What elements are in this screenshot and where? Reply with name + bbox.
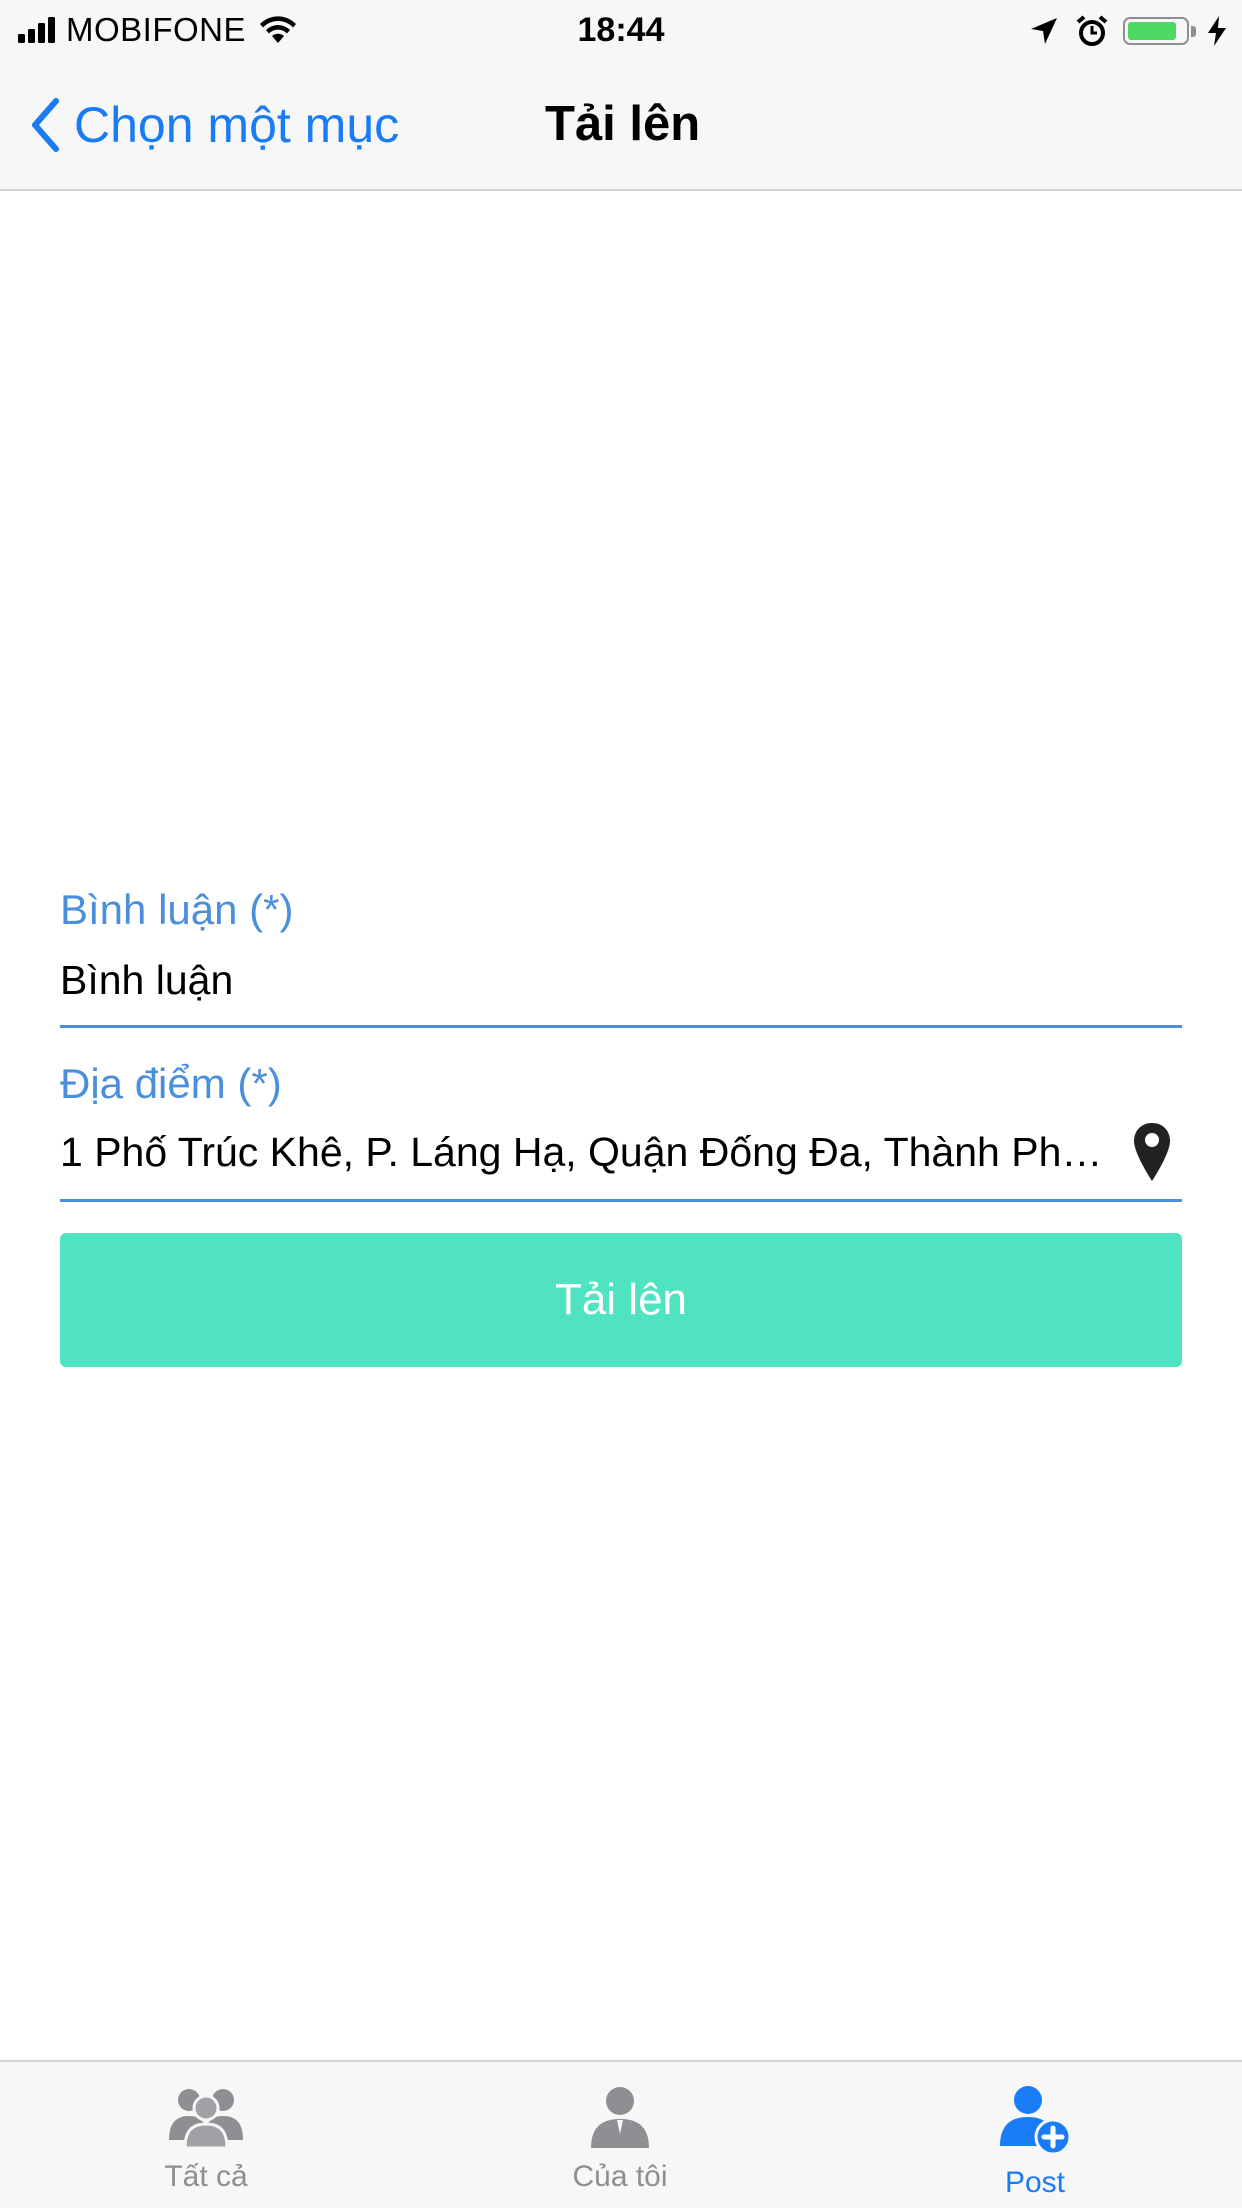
location-arrow-icon: [1031, 18, 1057, 44]
battery-icon: [1123, 17, 1189, 45]
location-input[interactable]: 1 Phố Trúc Khê, P. Láng Hạ, Quận Đống Đa…: [60, 1127, 1112, 1177]
alarm-icon: [1076, 15, 1108, 46]
upload-button[interactable]: Tải lên: [60, 1233, 1182, 1367]
status-right: [1029, 10, 1228, 52]
chevron-left-icon: [32, 97, 59, 152]
status-bar: MOBIFONE 18:44: [0, 0, 1242, 60]
battery-level: [1128, 22, 1176, 40]
tab-all-label: Tất cả: [164, 2160, 248, 2193]
location-field: Địa điểm (*) 1 Phố Trúc Khê, P. Láng Hạ,…: [60, 1059, 1182, 1202]
battery-tip: [1191, 25, 1196, 37]
comment-underline: [60, 1025, 1182, 1028]
comment-field: Bình luận (*) Bình luận: [60, 885, 1182, 1028]
location-label: Địa điểm (*): [60, 1060, 282, 1107]
tab-bar: Tất cả Của tôi Post: [0, 2060, 1242, 2208]
tab-mine-label: Của tôi: [572, 2160, 668, 2193]
add-user-icon: [1000, 2086, 1072, 2156]
page-title: Tải lên: [545, 97, 701, 151]
comment-input[interactable]: Bình luận: [60, 955, 1182, 1005]
location-row: 1 Phố Trúc Khê, P. Láng Hạ, Quận Đống Đa…: [60, 1121, 1182, 1183]
tab-mine[interactable]: Của tôi: [520, 2062, 720, 2208]
location-underline: [60, 1199, 1182, 1202]
group-icon: [169, 2089, 243, 2150]
user-icon: [591, 2087, 649, 2148]
back-button[interactable]: Chọn một mục: [30, 60, 399, 189]
comment-label: Bình luận (*): [60, 886, 294, 933]
back-label: Chọn một mục: [74, 96, 400, 153]
tab-all[interactable]: Tất cả: [106, 2062, 306, 2208]
navigation-bar: Chọn một mục Tải lên: [0, 60, 1242, 191]
map-pin-icon[interactable]: [1132, 1121, 1172, 1183]
tab-post[interactable]: Post: [935, 2062, 1135, 2208]
charging-icon: [1208, 16, 1226, 46]
tab-post-label: Post: [1004, 2166, 1066, 2199]
